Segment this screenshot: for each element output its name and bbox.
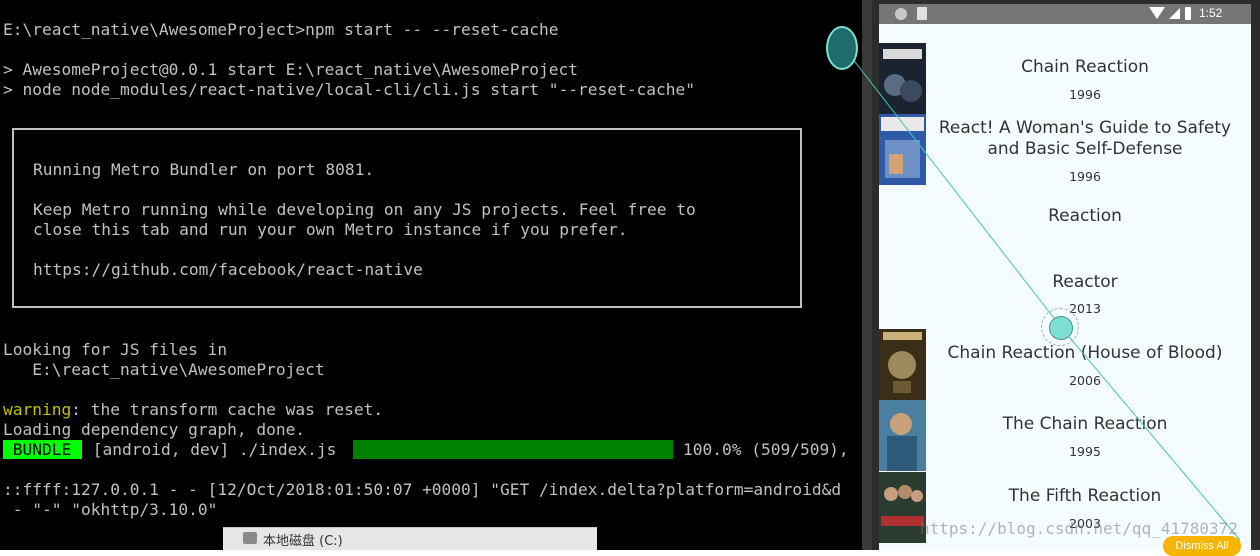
chain-reaction-poster (879, 43, 926, 114)
terminal-run-line: > node node_modules/react-native/local-c… (3, 80, 695, 99)
movie-title: Reactor (1052, 272, 1118, 292)
movie-year: 2006 (1069, 373, 1101, 388)
movie-title: The Chain Reaction (1002, 414, 1168, 434)
android-emulator-frame: 1:52 Chain Reaction 1996 React! A Woman'… (872, 0, 1260, 550)
bundle-progress-text: 100.0% (509/509), (683, 440, 849, 459)
status-time: 1:52 (1199, 6, 1223, 20)
movie-year: 1996 (1069, 87, 1101, 102)
metro-info-line: Keep Metro running while developing on a… (33, 200, 696, 219)
touch-point-indicator (1049, 316, 1073, 340)
metro-info-line: close this tab and run your own Metro in… (33, 220, 628, 239)
metro-info-line: Running Metro Bundler on port 8081. (33, 160, 375, 179)
bundle-target: [android, dev] ./index.js (83, 440, 347, 459)
explorer-taskbar-item[interactable]: 本地磁盘 (C:) (223, 527, 597, 550)
dismiss-all-button[interactable]: Dismiss All (1163, 536, 1241, 556)
movie-title: The Fifth Reaction (1008, 486, 1162, 506)
movie-title: Reaction (1048, 206, 1122, 226)
drive-label: 本地磁盘 (C:) (263, 534, 343, 549)
drive-icon (243, 532, 257, 544)
movie-title: React! A Woman's Guide to Safety and Bas… (938, 118, 1232, 159)
metro-info-link: https://github.com/facebook/react-native (33, 260, 423, 279)
android-status-bar: 1:52 (879, 4, 1251, 24)
movie-year: 1995 (1069, 444, 1101, 459)
warning-text: : the transform cache was reset. (71, 400, 384, 419)
emulator-screen[interactable]: 1:52 Chain Reaction 1996 React! A Woman'… (879, 4, 1251, 550)
battery-icon (1185, 7, 1191, 20)
terminal-warning-line: warning: the transform cache was reset. (3, 400, 383, 420)
the-chain-reaction-poster (879, 400, 926, 471)
movie-year: 1996 (1069, 169, 1101, 184)
movie-year: 2013 (1069, 301, 1101, 316)
signal-icon (1169, 8, 1180, 19)
terminal-log-line: - "-" "okhttp/3.10.0" (3, 500, 218, 519)
terminal-run-line: > AwesomeProject@0.0.1 start E:\react_na… (3, 60, 578, 79)
react-guide-poster (879, 114, 926, 185)
touch-start-indicator (826, 26, 858, 70)
house-of-blood-poster (879, 329, 926, 400)
bundle-badge: BUNDLE (3, 440, 82, 459)
terminal-loading-line: Loading dependency graph, done. (3, 420, 306, 439)
terminal-prompt-line: E:\react_native\AwesomeProject>npm start… (3, 20, 559, 39)
warning-label: warning (3, 400, 72, 419)
terminal-log-line: ::ffff:127.0.0.1 - - [12/Oct/2018:01:50:… (3, 480, 842, 499)
bundle-progress-bar (353, 440, 673, 459)
sd-card-icon (917, 7, 927, 20)
metro-info-box: Running Metro Bundler on port 8081. Keep… (12, 128, 802, 308)
fifth-reaction-poster (879, 472, 926, 543)
terminal-window[interactable]: E:\react_native\AwesomeProject>npm start… (0, 0, 862, 550)
terminal-looking-path: E:\react_native\AwesomeProject (3, 360, 325, 379)
window-divider (862, 0, 872, 550)
movie-title: Chain Reaction (1021, 57, 1149, 77)
notification-dot-icon (895, 8, 907, 20)
wifi-icon (1149, 7, 1165, 19)
terminal-looking-line: Looking for JS files in (3, 340, 228, 359)
movie-title: Chain Reaction (House of Blood) (947, 343, 1223, 363)
